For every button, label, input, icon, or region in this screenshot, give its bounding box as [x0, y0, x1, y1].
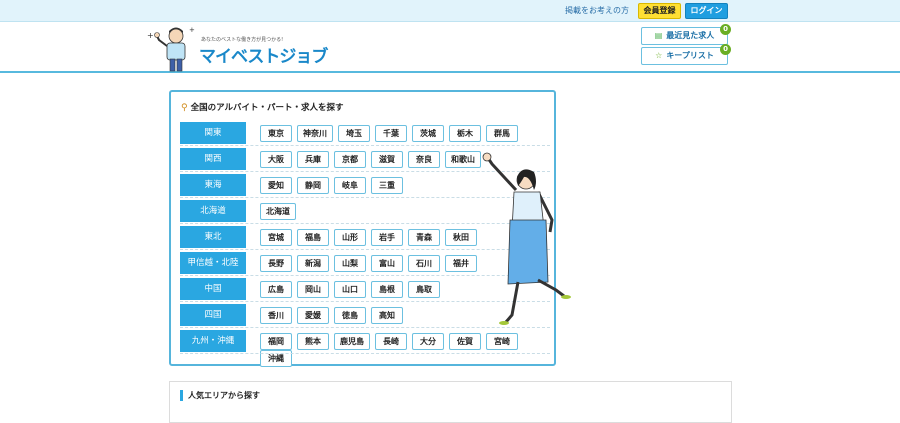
- region-label[interactable]: 甲信越・北陸: [180, 252, 246, 274]
- prefecture-button[interactable]: 秋田: [445, 229, 477, 246]
- prefecture-button[interactable]: 岡山: [297, 281, 329, 298]
- prefecture-list: 宮城 福島 山形 岩手 青森 秋田: [260, 229, 482, 246]
- prefecture-button[interactable]: 福島: [297, 229, 329, 246]
- prefecture-button[interactable]: 山口: [334, 281, 366, 298]
- top-bar: 掲載をお考えの方 会員登録 ログイン: [0, 0, 900, 22]
- panel-title: ⚲ 全国のアルバイト・パート・求人を探す: [181, 101, 344, 113]
- prefecture-button[interactable]: 千葉: [375, 125, 407, 142]
- prefecture-button[interactable]: 鳥取: [408, 281, 440, 298]
- woman-illustration: [482, 152, 571, 325]
- prefecture-button[interactable]: 鹿児島: [334, 333, 370, 350]
- site-header: + + あなたのベストな働き方が見つかる! マイベストジョブ ▤ 最近見た求人 0…: [0, 22, 900, 73]
- prefecture-button[interactable]: 岐阜: [334, 177, 366, 194]
- prefecture-button[interactable]: 島根: [371, 281, 403, 298]
- prefecture-button[interactable]: 大分: [412, 333, 444, 350]
- prefecture-button[interactable]: 長崎: [375, 333, 407, 350]
- prefecture-button[interactable]: 和歌山: [445, 151, 481, 168]
- region-label[interactable]: 関東: [180, 122, 246, 144]
- region-label[interactable]: 関西: [180, 148, 246, 170]
- prefecture-button[interactable]: 栃木: [449, 125, 481, 142]
- prefecture-list: 福岡 熊本 鹿児島 長崎 大分 佐賀 宮崎沖縄: [260, 333, 550, 367]
- advertise-link[interactable]: 掲載をお考えの方: [565, 5, 629, 16]
- star-icon: ☆: [655, 51, 663, 60]
- svg-text:+: +: [189, 26, 195, 34]
- region-label[interactable]: 中国: [180, 278, 246, 300]
- prefecture-button[interactable]: 兵庫: [297, 151, 329, 168]
- region-label[interactable]: 東海: [180, 174, 246, 196]
- prefecture-button[interactable]: 福井: [445, 255, 477, 272]
- recently-viewed-count-badge: 0: [720, 24, 731, 35]
- prefecture-button[interactable]: 新潟: [297, 255, 329, 272]
- prefecture-list: 北海道: [260, 203, 301, 220]
- prefecture-button[interactable]: 茨城: [412, 125, 444, 142]
- keep-list-count-badge: 0: [720, 44, 731, 55]
- prefecture-list: 長野 新潟 山梨 富山 石川 福井: [260, 255, 482, 272]
- recently-viewed-button[interactable]: ▤ 最近見た求人: [641, 27, 728, 45]
- prefecture-button[interactable]: 石川: [408, 255, 440, 272]
- document-icon: ▤: [654, 31, 663, 40]
- panel-title-text: 全国のアルバイト・パート・求人を探す: [190, 103, 344, 113]
- region-label[interactable]: 北海道: [180, 200, 246, 222]
- prefecture-button[interactable]: 静岡: [297, 177, 329, 194]
- prefecture-button[interactable]: 徳島: [334, 307, 366, 324]
- prefecture-button[interactable]: 北海道: [260, 203, 296, 220]
- svg-text:+: +: [147, 31, 154, 40]
- prefecture-button[interactable]: 沖縄: [260, 350, 292, 367]
- prefecture-button[interactable]: 熊本: [297, 333, 329, 350]
- prefecture-list: 大阪 兵庫 京都 滋賀 奈良 和歌山: [260, 151, 486, 168]
- prefecture-button[interactable]: 大阪: [260, 151, 292, 168]
- prefecture-button[interactable]: 佐賀: [449, 333, 481, 350]
- popular-area-title: 人気エリアから探す: [180, 390, 260, 401]
- mascot-illustration: + +: [147, 26, 195, 72]
- prefecture-button[interactable]: 宮城: [260, 229, 292, 246]
- prefecture-button[interactable]: 香川: [260, 307, 292, 324]
- prefecture-button[interactable]: 神奈川: [297, 125, 333, 142]
- prefecture-button[interactable]: 山梨: [334, 255, 366, 272]
- prefecture-list: 香川 愛媛 徳島 高知: [260, 307, 408, 324]
- prefecture-button[interactable]: 東京: [260, 125, 292, 142]
- keep-list-label: キープリスト: [666, 51, 714, 60]
- region-row: 関東 東京 神奈川 埼玉 千葉 茨城 栃木 群馬: [180, 122, 550, 146]
- prefecture-button[interactable]: 岩手: [371, 229, 403, 246]
- prefecture-button[interactable]: 愛媛: [297, 307, 329, 324]
- login-button[interactable]: ログイン: [685, 3, 728, 19]
- prefecture-button[interactable]: 広島: [260, 281, 292, 298]
- prefecture-list: 愛知 静岡 岐阜 三重: [260, 177, 408, 194]
- member-register-button[interactable]: 会員登録: [638, 3, 681, 19]
- magnifier-icon: ⚲: [181, 103, 188, 113]
- region-label[interactable]: 四国: [180, 304, 246, 326]
- prefecture-list: 東京 神奈川 埼玉 千葉 茨城 栃木 群馬: [260, 125, 523, 142]
- region-label[interactable]: 九州・沖縄: [180, 330, 246, 352]
- popular-area-section: 人気エリアから探す: [169, 381, 732, 423]
- prefecture-button[interactable]: 高知: [371, 307, 403, 324]
- prefecture-button[interactable]: 群馬: [486, 125, 518, 142]
- prefecture-button[interactable]: 埼玉: [338, 125, 370, 142]
- prefecture-button[interactable]: 福岡: [260, 333, 292, 350]
- site-logo[interactable]: + + あなたのベストな働き方が見つかる! マイベストジョブ: [143, 24, 328, 72]
- prefecture-button[interactable]: 長野: [260, 255, 292, 272]
- prefecture-button[interactable]: 山形: [334, 229, 366, 246]
- prefecture-button[interactable]: 滋賀: [371, 151, 403, 168]
- recently-viewed-label: 最近見た求人: [666, 31, 715, 40]
- prefecture-button[interactable]: 奈良: [408, 151, 440, 168]
- prefecture-button[interactable]: 青森: [408, 229, 440, 246]
- prefecture-button[interactable]: 富山: [371, 255, 403, 272]
- logo-text: マイベストジョブ: [199, 47, 328, 67]
- region-label[interactable]: 東北: [180, 226, 246, 248]
- region-row: 九州・沖縄 福岡 熊本 鹿児島 長崎 大分 佐賀 宮崎沖縄: [180, 330, 550, 367]
- prefecture-button[interactable]: 宮崎: [486, 333, 518, 350]
- prefecture-button[interactable]: 愛知: [260, 177, 292, 194]
- keep-list-button[interactable]: ☆ キープリスト: [641, 47, 728, 65]
- prefecture-button[interactable]: 三重: [371, 177, 403, 194]
- prefecture-button[interactable]: 京都: [334, 151, 366, 168]
- prefecture-list: 広島 岡山 山口 島根 鳥取: [260, 281, 445, 298]
